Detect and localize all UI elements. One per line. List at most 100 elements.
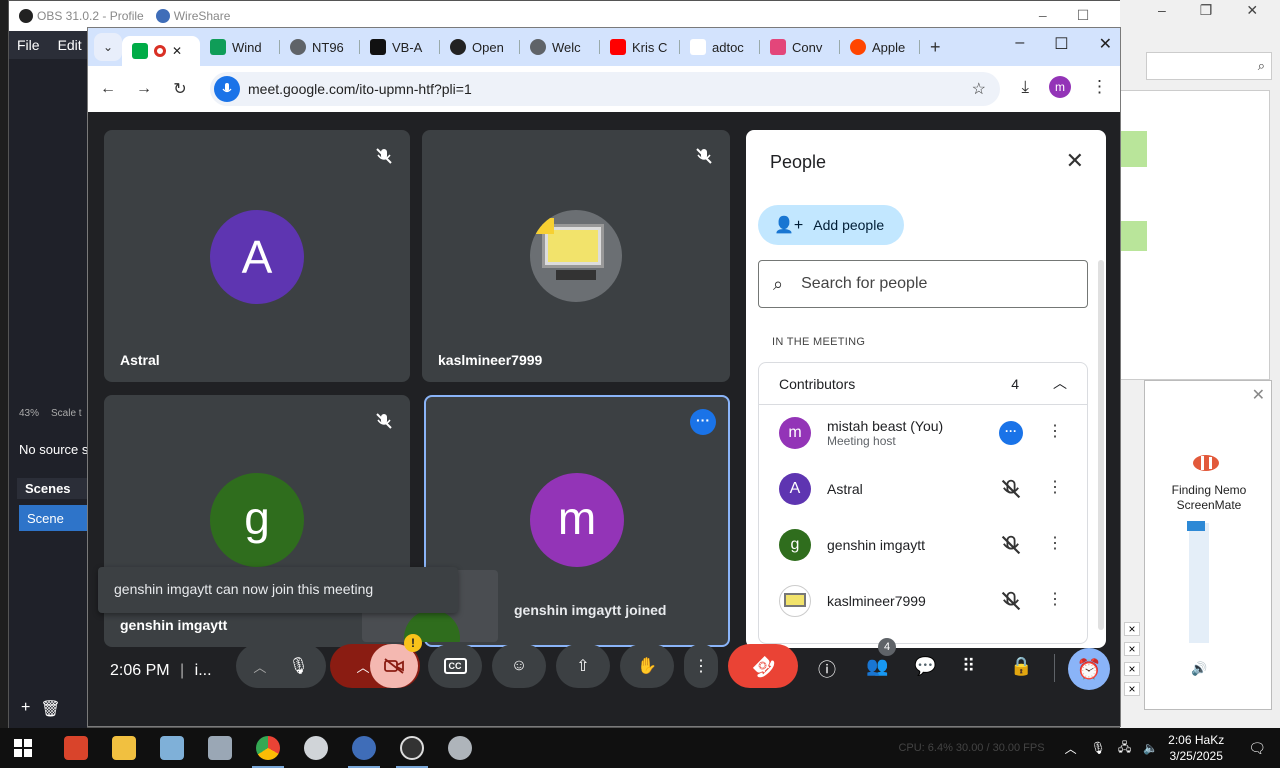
- close-icon[interactable]: ×: [1124, 642, 1140, 656]
- audio-options-button[interactable]: ︿ 🎙: [236, 644, 326, 688]
- meeting-controls: 2:06 PM | i... ︿ 🎙 ︿ ! CC ☺ ⇧ ✋ ⋮ ☎ ⓘ 4 …: [88, 634, 1120, 712]
- taskbar-chrome[interactable]: [244, 728, 292, 768]
- back-icon[interactable]: ←: [100, 80, 116, 98]
- mic-icon[interactable]: 🎙: [1091, 741, 1106, 755]
- restore-icon[interactable]: ❐: [1200, 2, 1213, 19]
- chevron-up-icon[interactable]: ︿: [1065, 740, 1077, 757]
- participant-row[interactable]: kaslmineer7999 ⋮: [759, 573, 1087, 629]
- scrollbar[interactable]: [1098, 260, 1104, 630]
- timer-button[interactable]: ⏰: [1068, 648, 1110, 690]
- kebab-menu-icon[interactable]: ⋮: [1047, 589, 1063, 609]
- volume-slider-knob[interactable]: [1187, 521, 1205, 531]
- finding-nemo-screenmate-window: ✕ Finding Nemo ScreenMate 🔊: [1144, 380, 1272, 710]
- raise-hand-button[interactable]: ✋: [620, 644, 674, 688]
- taskbar-clock[interactable]: 2:06 HaKz 3/25/2025: [1168, 732, 1224, 764]
- chat-icon[interactable]: 💬: [914, 656, 936, 677]
- participant-row[interactable]: g genshin imgaytt ⋮: [759, 517, 1087, 573]
- maximize-icon[interactable]: ☐: [1077, 7, 1090, 24]
- download-icon[interactable]: ⤓: [1021, 77, 1029, 97]
- add-people-button[interactable]: 👤+ Add people: [758, 205, 904, 245]
- minimize-icon[interactable]: –: [1158, 2, 1166, 19]
- close-panel-icon[interactable]: ✕: [1066, 148, 1084, 174]
- captions-button[interactable]: CC: [428, 644, 482, 688]
- minimize-icon[interactable]: –: [1039, 7, 1047, 24]
- close-icon[interactable]: ✕: [1252, 385, 1265, 405]
- maximize-icon[interactable]: ☐: [1054, 34, 1068, 54]
- notifications-icon[interactable]: 🗨: [1248, 740, 1266, 757]
- address-bar[interactable]: meet.google.com/ito-upmn-htf?pli=1 ☆: [210, 72, 1000, 106]
- tab-8[interactable]: Conv: [760, 32, 840, 62]
- chrome-menu-icon[interactable]: ⋮: [1091, 77, 1108, 97]
- present-button[interactable]: ⇧: [556, 644, 610, 688]
- host-controls-icon[interactable]: 🔒: [1010, 656, 1032, 677]
- tab-1[interactable]: Wind: [200, 32, 280, 62]
- participant-tile-astral[interactable]: A Astral: [104, 130, 410, 382]
- menu-edit[interactable]: Edit: [58, 37, 82, 53]
- tab-2[interactable]: NT96: [280, 32, 360, 62]
- menu-file[interactable]: File: [17, 37, 40, 53]
- taskbar-app-red[interactable]: [52, 728, 100, 768]
- taskbar-app-gray[interactable]: [436, 728, 484, 768]
- people-search-input[interactable]: ⌕ Search for people: [758, 260, 1088, 308]
- volume-slider[interactable]: [1189, 523, 1209, 643]
- contributors-header[interactable]: Contributors 4 ︿: [759, 363, 1087, 405]
- minimize-icon[interactable]: –: [1015, 34, 1024, 54]
- tab-7[interactable]: adtoc: [680, 32, 760, 62]
- no-source-label: No source s: [19, 442, 89, 457]
- bookmark-star-icon[interactable]: ☆: [972, 79, 986, 99]
- add-scene-icon[interactable]: +: [21, 699, 30, 719]
- delete-scene-icon[interactable]: 🗑: [40, 699, 60, 719]
- hand-icon: ✋: [637, 658, 657, 675]
- close-tab-icon[interactable]: ✕: [172, 44, 182, 58]
- volume-icon[interactable]: 🔈: [1143, 741, 1158, 755]
- close-icon[interactable]: ✕: [1099, 34, 1112, 54]
- wireshare-search-input[interactable]: ⌕: [1146, 52, 1272, 80]
- tab-9[interactable]: Apple: [840, 32, 920, 62]
- more-options-icon[interactable]: ···: [690, 409, 716, 435]
- network-icon[interactable]: 🖧: [1118, 738, 1131, 759]
- close-icon[interactable]: ×: [1124, 662, 1140, 676]
- taskbar-wireshare[interactable]: [340, 728, 388, 768]
- taskbar-obs[interactable]: [388, 728, 436, 768]
- tab-6[interactable]: Kris C: [600, 32, 680, 62]
- mic-off-icon[interactable]: [999, 477, 1023, 501]
- tab-meet[interactable]: ✕: [122, 36, 200, 66]
- forward-icon[interactable]: →: [136, 80, 152, 98]
- close-icon[interactable]: ✕: [1246, 2, 1258, 19]
- kebab-menu-icon[interactable]: ⋮: [1047, 477, 1063, 497]
- tab-5[interactable]: Welc: [520, 32, 600, 62]
- participant-tile-kaslmineer[interactable]: kaslmineer7999: [422, 130, 730, 382]
- profile-avatar[interactable]: m: [1049, 76, 1071, 98]
- scene-item[interactable]: Scene: [19, 505, 95, 531]
- wireshare-results-list[interactable]: [1120, 90, 1270, 380]
- more-options-button[interactable]: ⋮: [684, 644, 718, 688]
- taskbar-paint[interactable]: [148, 728, 196, 768]
- reactions-button[interactable]: ☺: [492, 644, 546, 688]
- tab-3[interactable]: VB-A: [360, 32, 440, 62]
- site-info-icon[interactable]: [214, 76, 240, 102]
- chevron-up-icon[interactable]: ︿: [1053, 373, 1067, 393]
- people-icon[interactable]: 👥: [866, 656, 888, 677]
- participant-row[interactable]: m mistah beast (You) Meeting host ··· ⋮: [759, 405, 1087, 461]
- reload-icon[interactable]: ↻: [172, 79, 188, 99]
- tab-search-icon[interactable]: ⌄: [94, 33, 122, 61]
- new-tab-icon[interactable]: +: [920, 37, 951, 58]
- start-button[interactable]: [0, 728, 46, 768]
- kebab-menu-icon[interactable]: ⋮: [1047, 421, 1063, 441]
- mic-off-icon[interactable]: [999, 589, 1023, 613]
- meet-content: A Astral kaslmineer7999 g genshin imgayt…: [88, 112, 1120, 726]
- taskbar-file-explorer[interactable]: [100, 728, 148, 768]
- kebab-menu-icon[interactable]: ⋮: [1047, 533, 1063, 553]
- info-icon[interactable]: ⓘ: [818, 656, 836, 682]
- participant-row[interactable]: A Astral ⋮: [759, 461, 1087, 517]
- close-icon[interactable]: ×: [1124, 682, 1140, 696]
- close-icon[interactable]: ×: [1124, 622, 1140, 636]
- tab-4[interactable]: Open: [440, 32, 520, 62]
- more-options-icon[interactable]: ···: [999, 421, 1023, 445]
- system-tray: CPU: 6.4% 30.00 / 30.00 FPS ︿ 🎙 🖧 🔈 2:06…: [898, 728, 1280, 768]
- activities-icon[interactable]: ⠿: [962, 656, 975, 677]
- taskbar-app-egg[interactable]: [292, 728, 340, 768]
- mic-off-icon[interactable]: [999, 533, 1023, 557]
- taskbar-screen-app[interactable]: [196, 728, 244, 768]
- leave-call-button[interactable]: ☎: [728, 644, 798, 688]
